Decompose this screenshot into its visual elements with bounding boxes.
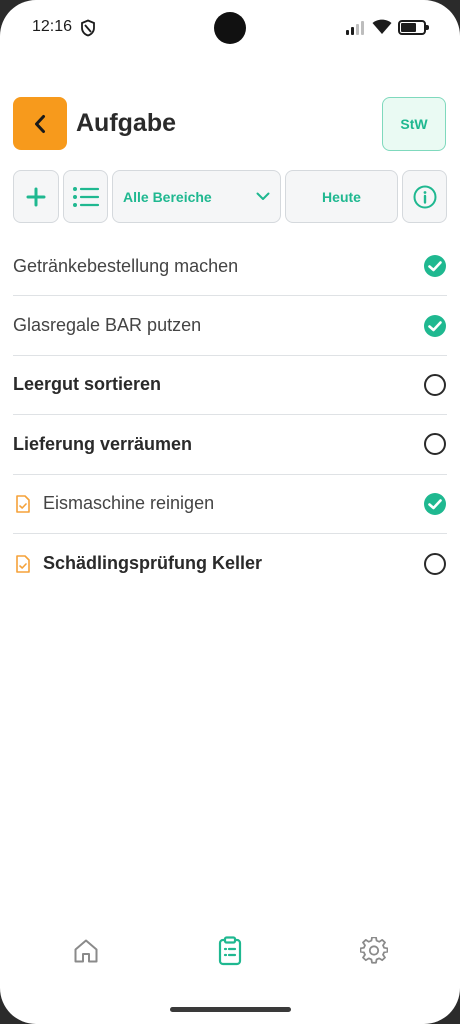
- unchecked-circle-icon[interactable]: [423, 432, 447, 456]
- nav-tasks[interactable]: [213, 934, 247, 968]
- phone-screen: 12:16 Aufgabe StW Alle Bereiche Heute Ge…: [0, 0, 460, 1024]
- document-check-icon: [16, 494, 30, 513]
- task-item[interactable]: Getränkebestellung machen: [13, 237, 447, 297]
- task-item[interactable]: Schädlingsprüfung Keller: [13, 534, 447, 593]
- list-icon: [72, 186, 99, 207]
- checked-circle-icon[interactable]: [423, 492, 447, 516]
- chevron-left-icon: [35, 114, 45, 133]
- nav-home[interactable]: [69, 934, 103, 968]
- task-label: Lieferung verräumen: [13, 433, 193, 454]
- task-item[interactable]: Leergut sortieren: [13, 356, 447, 416]
- document-check-icon: [16, 554, 30, 573]
- back-button[interactable]: [13, 97, 67, 150]
- shield-icon: [81, 19, 95, 37]
- task-label: Getränkebestellung machen: [13, 255, 239, 276]
- info-button[interactable]: [402, 170, 447, 223]
- date-filter-button[interactable]: Heute: [285, 170, 398, 223]
- bottom-nav: [0, 930, 460, 980]
- list-view-button[interactable]: [63, 170, 108, 223]
- task-item[interactable]: Lieferung verräumen: [13, 415, 447, 475]
- task-label: Eismaschine reinigen: [43, 493, 215, 514]
- unchecked-circle-icon[interactable]: [423, 373, 447, 397]
- nav-settings[interactable]: [357, 934, 391, 968]
- status-time: 12:16: [32, 18, 73, 35]
- task-list: Getränkebestellung machen Glasregale BAR…: [13, 237, 447, 593]
- wifi-icon: [372, 19, 392, 34]
- unchecked-circle-icon[interactable]: [423, 552, 447, 576]
- task-item[interactable]: Glasregale BAR putzen: [13, 296, 447, 356]
- gear-icon: [360, 937, 388, 964]
- area-select-value: Alle Bereiche: [123, 188, 212, 205]
- plus-icon: [26, 187, 46, 206]
- cell-signal-icon: [346, 21, 364, 35]
- task-label: Glasregale BAR putzen: [13, 315, 202, 336]
- battery-icon: [398, 20, 429, 35]
- area-select[interactable]: Alle Bereiche: [112, 170, 281, 223]
- home-indicator[interactable]: [170, 1007, 291, 1012]
- clipboard-list-icon: [218, 936, 242, 966]
- task-label: Schädlingsprüfung Keller: [43, 553, 263, 574]
- camera-cutout: [214, 12, 246, 44]
- home-icon: [74, 939, 98, 963]
- chevron-down-icon: [256, 192, 270, 200]
- date-filter-label: Heute: [322, 188, 361, 205]
- task-item[interactable]: Eismaschine reinigen: [13, 475, 447, 534]
- page-title: Aufgabe: [76, 109, 176, 137]
- user-initials-button[interactable]: StW: [382, 97, 446, 151]
- info-icon: [413, 185, 436, 208]
- checked-circle-icon[interactable]: [423, 314, 447, 338]
- checked-circle-icon[interactable]: [423, 254, 447, 278]
- add-task-button[interactable]: [13, 170, 59, 223]
- task-label: Leergut sortieren: [13, 374, 162, 395]
- status-bar: 12:16: [0, 0, 460, 56]
